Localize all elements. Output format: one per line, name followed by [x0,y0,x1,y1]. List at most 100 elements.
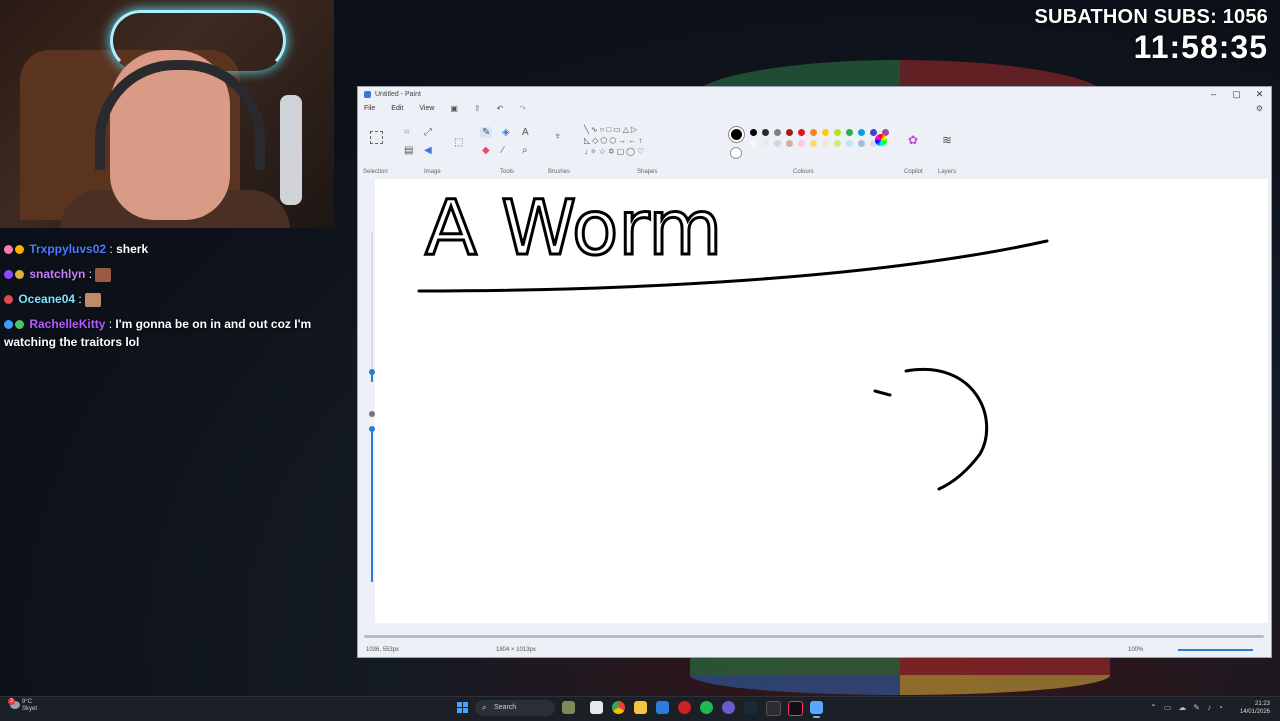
close-button[interactable]: ✕ [1248,87,1271,101]
menu-file[interactable]: File [364,105,375,112]
colour-swatch[interactable] [810,140,817,147]
drawing-canvas[interactable]: A Worm [375,179,1268,623]
cursor-position: 1036, 553px [366,647,400,653]
chrome-icon[interactable] [612,701,625,714]
clock[interactable]: 21:23 14/01/2026 [1240,700,1270,716]
weather-widget[interactable]: 9°C Skyet [22,699,37,713]
zoom-slider[interactable] [1178,649,1253,651]
flip-icon[interactable]: ◀ [424,145,432,156]
color-picker-icon[interactable]: ⁄ [502,145,504,156]
eraser-icon[interactable]: ◆ [482,145,490,156]
windows-start-icon[interactable] [457,702,469,714]
system-tray[interactable]: ⌃▭☁✎♪◔ [1150,703,1230,712]
spotify-icon[interactable] [700,701,713,714]
copilot-icon[interactable]: ✿ [908,133,918,147]
maximize-button[interactable]: ▢ [1225,87,1248,101]
menu-edit[interactable]: Edit [391,105,403,112]
chat-separator: : [78,292,82,306]
colour-swatch[interactable] [774,140,781,147]
colour-swatch[interactable] [858,129,865,136]
colour-swatch[interactable] [834,129,841,136]
brush-icon[interactable]: ♆ [554,131,562,142]
chat-username: Trxppyluvs02 [29,242,107,256]
emote-icon [85,292,102,307]
zoom-level[interactable]: 100% [1128,647,1143,653]
colour-swatch[interactable] [846,140,853,147]
colour-swatch[interactable] [750,129,757,136]
badge-icon [4,270,13,280]
shapes-row3-icon[interactable]: ↓✧☆✡▢◯♡ [584,147,646,156]
paint-window: Untitled - Paint – ▢ ✕ File Edit View ▣ … [357,86,1272,658]
widgets-icon[interactable] [562,701,575,714]
pencil-icon[interactable]: ✎ [480,127,493,138]
chat-message: RachelleKitty : I'm gonna be on in and o… [4,315,329,351]
terminal-icon[interactable] [766,701,781,716]
layers-group: ≋ Layers [936,123,966,175]
image-label: Image [424,169,441,175]
colour-swatch[interactable] [846,129,853,136]
colours-label: Colours [793,169,814,175]
redo-icon[interactable]: ↷ [519,104,526,113]
colour-swatch[interactable] [822,140,829,147]
image-select-icon[interactable]: ⬚ [454,137,463,148]
colour-swatch[interactable] [798,140,805,147]
minimize-button[interactable]: – [1202,87,1225,101]
app-red-icon[interactable] [678,701,691,714]
canvas-size: 1804 × 1013px [496,647,536,653]
colour-swatch[interactable] [798,129,805,136]
fill-icon[interactable]: ◈ [502,127,510,138]
tiktok-icon[interactable] [788,701,803,716]
paint-taskbar-icon[interactable] [810,701,823,718]
window-title: Untitled - Paint [375,90,421,98]
select-icon[interactable] [370,131,383,144]
menu-bar: File Edit View ▣ ⇪ ↶ ↷ ⚙ [358,101,1271,115]
weather-desc: Skyet [22,706,38,712]
brushes-group: ♆ Brushes [544,123,576,175]
brush-size-sliders[interactable] [368,222,375,642]
magnifier-icon[interactable]: ⌕ [522,145,528,156]
chat-message: Oceane04 : [4,290,329,308]
colour-swatch[interactable] [822,129,829,136]
shapes-row1-icon[interactable]: ╲∿○□▭△▷ [584,125,639,134]
resize-icon[interactable]: ⤢ [424,127,432,138]
colour-swatch[interactable] [810,129,817,136]
settings-icon[interactable]: ⚙ [1256,104,1263,113]
chat-message: snatchlyn : [4,265,329,283]
rotate-icon[interactable]: ▤ [404,145,413,156]
colour-swatch[interactable] [762,129,769,136]
text-icon[interactable]: A [522,127,529,138]
webcam-feed [0,0,334,228]
layers-label: Layers [938,169,957,175]
weather-icon[interactable]: 3 [8,698,20,709]
crop-icon[interactable]: ⌗ [404,127,410,138]
mail-icon[interactable] [656,701,669,714]
colour-swatch[interactable] [774,129,781,136]
horizontal-scrollbar[interactable] [364,635,1264,638]
colour-swatch[interactable] [762,140,769,147]
menu-view[interactable]: View [419,105,434,112]
taskbar-search[interactable]: ⌕ Search [475,700,555,716]
share-icon[interactable]: ⇪ [474,104,481,113]
edit-colours-icon[interactable] [875,134,887,146]
colour-swatch[interactable] [750,140,757,147]
layers-icon[interactable]: ≋ [942,133,952,147]
chat-separator: : [108,317,113,331]
paint-titlebar[interactable]: Untitled - Paint – ▢ ✕ [358,87,1271,101]
colour-swatch[interactable] [834,140,841,147]
file-explorer-icon[interactable] [634,701,647,714]
undo-icon[interactable]: ↶ [497,104,504,113]
active-colour-icon[interactable] [729,127,744,142]
secondary-colour-icon[interactable] [730,147,742,159]
task-view-icon[interactable] [590,701,603,714]
steam-icon[interactable] [744,701,757,714]
taskbar: 3 9°C Skyet ⌕ Search ⌃▭☁✎♪◔ 21:23 14/01/… [0,696,1280,721]
colour-swatch[interactable] [858,140,865,147]
colour-swatch[interactable] [786,129,793,136]
paint-app-icon [364,90,371,98]
save-icon[interactable]: ▣ [450,104,458,113]
image-group: ⌗ ⤢ ▤ ◀ ⬚ Image [402,123,472,175]
obs-icon[interactable] [722,701,735,714]
worm-stroke [904,367,989,491]
shapes-row2-icon[interactable]: ◺◇⬠⬡→←↑ [584,136,644,145]
colour-swatch[interactable] [786,140,793,147]
